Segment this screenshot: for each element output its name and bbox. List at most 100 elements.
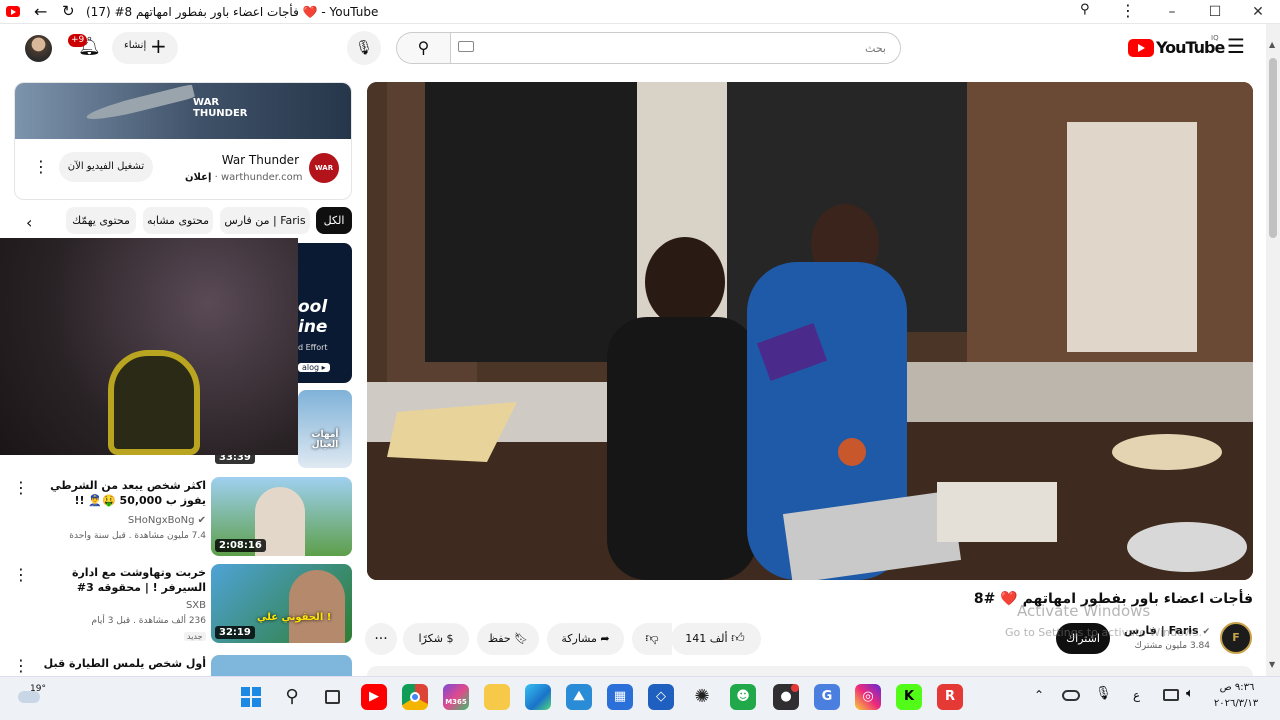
scroll-up-arrow[interactable]: ▲: [1269, 40, 1275, 49]
chip-from-faris[interactable]: من فارس | Faris: [220, 207, 310, 234]
ad-sponsored-label: إعلان: [185, 172, 212, 183]
chip-related[interactable]: محتوى مشابه: [143, 207, 213, 234]
language-indicator[interactable]: ع: [1133, 688, 1140, 702]
roblox-icon[interactable]: R: [937, 684, 963, 710]
volume-icon[interactable]: 🔈︎: [1186, 686, 1194, 701]
related-more-icon[interactable]: ⋮: [13, 658, 29, 674]
person-image: [289, 570, 345, 643]
tray-mic-icon[interactable]: 🎙︎: [1095, 686, 1112, 701]
browser-menu-icon[interactable]: ⋮: [1120, 1, 1136, 20]
country-code: IQ: [1211, 34, 1219, 42]
more-actions-button[interactable]: ···: [365, 623, 397, 655]
related-meta: 236 ألف مشاهدة . قبل 3 أيام: [91, 616, 206, 626]
chip-all[interactable]: الكل: [316, 207, 352, 234]
video-frame: [367, 82, 1253, 580]
description-box[interactable]: [367, 666, 1253, 676]
jet-image: [84, 83, 196, 125]
scrollbar-thumb[interactable]: [1269, 58, 1277, 238]
file-explorer-icon[interactable]: [484, 684, 510, 710]
scroll-down-arrow[interactable]: ▼: [1269, 660, 1275, 669]
share-button[interactable]: مشاركة ➦: [547, 623, 624, 655]
voice-search-button[interactable]: 🎙︎: [347, 31, 381, 65]
youtube-play-icon: [1128, 39, 1154, 57]
more-horizontal-icon: ···: [374, 631, 388, 647]
avatar[interactable]: [25, 35, 52, 62]
dislike-button[interactable]: 👎︎: [632, 623, 672, 655]
taskbar-search-icon[interactable]: ⚲: [279, 684, 305, 710]
thumbnail-text: d Effort: [298, 343, 328, 352]
related-thumbnail[interactable]: أمهات العيال: [298, 390, 352, 468]
related-thumbnail[interactable]: الحقوني علي ! 32:19: [211, 564, 352, 643]
network-icon[interactable]: [1163, 689, 1179, 701]
ad-card[interactable]: WAR THUNDER WAR War Thunder إعلان · wart…: [14, 82, 352, 200]
onedrive-icon[interactable]: [1062, 690, 1080, 701]
related-age: قبل سنة واحدة: [69, 531, 126, 541]
keyboard-icon[interactable]: [458, 41, 474, 52]
related-title[interactable]: اكثر شخص يبعد من الشرطي يفوز ب 50,000 🤑👮…: [40, 478, 206, 508]
page-scrollbar[interactable]: ▲ ▼: [1266, 24, 1280, 676]
codeapp-icon[interactable]: ◇: [648, 684, 674, 710]
ad-meta: إعلان · warthunder.com: [185, 172, 303, 183]
tray-overflow-icon[interactable]: ⌃: [1034, 688, 1044, 702]
related-thumbnail[interactable]: 2:08:16: [211, 477, 352, 556]
create-button[interactable]: إنشاء +: [112, 32, 178, 64]
kick-icon[interactable]: K: [896, 684, 922, 710]
related-title[interactable]: خربت وتهاوشت مع ادارة السيرفر ! | محقوقه…: [40, 565, 206, 595]
related-views: 7.4 مليون مشاهدة: [134, 531, 206, 541]
thumbnail-text: alog ▸: [298, 363, 330, 372]
video-player[interactable]: [367, 82, 1253, 580]
thumbs-down-icon: 👎︎: [645, 631, 659, 646]
related-age: قبل 3 أيام: [91, 616, 131, 626]
chatgpt-icon[interactable]: ✺: [689, 684, 715, 710]
store-icon[interactable]: ▦: [607, 684, 633, 710]
duration-badge: 2:08:16: [215, 539, 266, 552]
guide-menu-icon[interactable]: ☰: [1227, 34, 1245, 58]
related-title[interactable]: أول شخص يلمس الطيارة قبل وصولها يفوز: [40, 656, 206, 672]
save-button[interactable]: حفظ 🔖︎: [477, 623, 539, 655]
ad-banner-image[interactable]: WAR THUNDER: [15, 83, 351, 139]
search-icon: ⚲: [417, 38, 430, 57]
clock-time[interactable]: ٩:٣٦ ص: [1212, 682, 1262, 693]
like-dislike-group: 141 ألف 👍︎: [671, 623, 761, 655]
ad-brand-avatar: WAR: [309, 153, 339, 183]
like-button[interactable]: 141 ألف 👍︎: [679, 623, 751, 655]
whatsapp-bot-icon[interactable]: ☻: [730, 684, 756, 710]
close-button[interactable]: ✕: [1238, 0, 1278, 24]
thumbnail-text: ool ine: [298, 297, 328, 337]
related-more-icon[interactable]: ⋮: [13, 480, 29, 496]
chips-prev-arrow-icon[interactable]: ‹: [26, 213, 32, 232]
search-input[interactable]: [450, 32, 901, 64]
search-button[interactable]: ⚲: [396, 32, 450, 64]
minimize-button[interactable]: –: [1152, 0, 1192, 24]
maximize-button[interactable]: ☐: [1195, 0, 1235, 24]
translate-icon[interactable]: G: [814, 684, 840, 710]
thanks-button[interactable]: شكرًا $: [403, 623, 469, 655]
edge-icon[interactable]: [525, 684, 551, 710]
youtube-logo[interactable]: YouTube IQ: [1128, 34, 1225, 59]
youtube-taskbar-icon[interactable]: ▶: [361, 684, 387, 710]
instagram-icon[interactable]: ◎: [855, 684, 881, 710]
back-arrow-icon[interactable]: ←: [34, 2, 47, 21]
clock-date[interactable]: ٢٠٢٦/٣/١٣: [1206, 698, 1266, 709]
ad-more-icon[interactable]: ⋮: [33, 159, 49, 175]
related-channel-name[interactable]: SXB: [40, 600, 206, 611]
channel-avatar[interactable]: F: [1220, 622, 1252, 654]
weather-temp[interactable]: 19°: [30, 684, 46, 694]
related-channel[interactable]: ✔︎ SHoNgxBoNg: [40, 515, 206, 526]
photos-icon[interactable]: ⛰: [566, 684, 592, 710]
zoom-icon[interactable]: ⚲: [1080, 2, 1090, 17]
ad-brand-name[interactable]: War Thunder: [199, 153, 299, 167]
task-view-icon[interactable]: [320, 684, 346, 710]
thanks-label: شكرًا: [418, 632, 443, 645]
recording-dot-icon: [791, 684, 799, 692]
create-label: إنشاء: [124, 40, 147, 51]
ad-cta-button[interactable]: تشغيل الفيديو الآن: [59, 152, 153, 182]
chip-for-you[interactable]: محتوى يهمّك: [66, 207, 136, 234]
thanks-icon: $: [446, 632, 454, 645]
windows-start-icon[interactable]: [238, 684, 264, 710]
chrome-icon[interactable]: [402, 684, 428, 710]
related-thumbnail[interactable]: [211, 655, 352, 676]
reload-icon[interactable]: ↻: [62, 2, 75, 20]
related-more-icon[interactable]: ⋮: [13, 567, 29, 583]
m365-icon[interactable]: M365: [443, 684, 469, 710]
